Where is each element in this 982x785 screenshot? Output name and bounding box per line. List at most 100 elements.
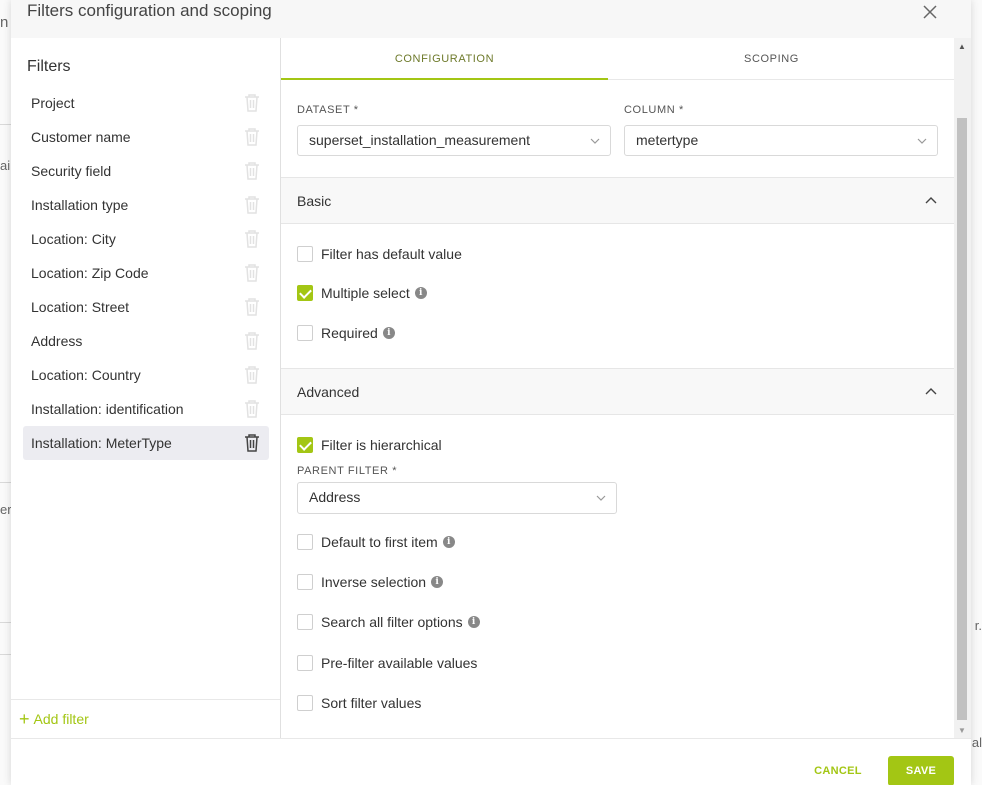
trash-icon[interactable] [243,93,261,113]
column-label: COLUMN * [624,104,684,116]
add-filter-button[interactable]: + Add filter [19,709,89,729]
cancel-button[interactable]: CANCEL [803,759,873,783]
save-button[interactable]: SAVE [888,756,954,785]
advanced-checkbox[interactable] [297,534,313,550]
filter-list-item[interactable]: Customer name [23,120,269,154]
chevron-up-icon [925,197,937,204]
filter-list-item[interactable]: Installation: identification [23,392,269,426]
filter-item-label: Address [31,333,83,349]
filter-item-label: Installation: MeterType [31,435,172,451]
column-select[interactable]: metertype [624,125,938,156]
filter-list-item[interactable]: Installation: MeterType [23,426,269,460]
dataset-label-text: DATASET [297,104,351,116]
basic-checkbox[interactable] [297,246,313,262]
trash-icon[interactable] [243,195,261,215]
filters-heading: Filters [27,58,71,75]
advanced-option: Sort filter values [297,693,421,713]
trash-icon[interactable] [243,365,261,385]
modal-title: Filters configuration and scoping [27,1,272,20]
column-value: metertype [636,132,699,148]
advanced-option-label: Inverse selection [321,574,427,590]
filter-item-label: Location: Street [31,299,130,315]
tab-scoping[interactable]: SCOPING [608,38,935,80]
advanced-checkbox[interactable] [297,695,313,711]
filter-list-item[interactable]: Project [23,86,269,120]
basic-option-label: Required [321,325,378,341]
trash-icon[interactable] [243,161,261,181]
basic-checkbox[interactable] [297,325,313,341]
filter-list-item[interactable]: Location: Street [23,290,269,324]
required-asterisk: * [678,104,684,116]
filters-sidebar: Filters Project Customer name Security fie… [11,38,281,738]
scrollbar-thumb[interactable] [957,118,967,720]
modal-footer: CANCEL SAVE [11,738,971,785]
chevron-down-icon [917,138,927,144]
info-icon[interactable]: i [382,327,395,339]
filter-settings-panel: CONFIGURATION SCOPING DATASET * superset… [281,38,954,738]
basic-option-label: Filter has default value [321,246,462,262]
column-label-text: COLUMN [624,104,676,116]
tab-bar: CONFIGURATION SCOPING [281,38,954,80]
info-icon[interactable]: i [467,616,480,628]
close-icon[interactable] [921,3,939,21]
info-icon[interactable]: i [431,576,444,588]
basic-section-header[interactable]: Basic [281,177,954,224]
info-icon[interactable]: i [414,287,427,299]
basic-checkbox[interactable] [297,285,313,301]
basic-option: Multiple select i [297,283,427,303]
trash-icon[interactable] [243,229,261,249]
dataset-value: superset_installation_measurement [309,132,531,148]
scroll-up-arrow-icon[interactable]: ▲ [958,42,966,51]
filters-sidebar-footer: + Add filter [11,699,280,738]
scrollbar[interactable]: ▲ ▼ [954,38,971,738]
advanced-checkbox[interactable] [297,655,313,671]
info-icon[interactable]: i [442,536,455,548]
trash-icon[interactable] [243,331,261,351]
background-text-fragment: n [0,14,9,31]
advanced-option: Pre-filter available values [297,653,477,673]
trash-icon[interactable] [243,433,261,453]
background-text-fragment: r. [974,618,982,633]
filter-hierarchical-checkbox[interactable] [297,437,313,453]
advanced-option-label: Sort filter values [321,695,422,711]
background-text-fragment: al [971,735,982,750]
dataset-select[interactable]: superset_installation_measurement [297,125,611,156]
trash-icon[interactable] [243,263,261,283]
background-text-fragment: ai [0,158,11,173]
filter-list-item[interactable]: Location: City [23,222,269,256]
filter-hierarchical-option: Filter is hierarchical [297,435,442,455]
filter-list-item[interactable]: Installation type [23,188,269,222]
filter-item-label: Location: Country [31,367,141,383]
trash-icon[interactable] [243,127,261,147]
required-asterisk: * [353,104,359,116]
filter-list-item[interactable]: Security field [23,154,269,188]
add-filter-label: Add filter [33,711,89,727]
scroll-down-arrow-icon[interactable]: ▼ [958,726,966,735]
advanced-section-header[interactable]: Advanced [281,368,954,415]
tab-configuration[interactable]: CONFIGURATION [281,38,608,80]
advanced-section-title: Advanced [297,384,360,400]
plus-icon: + [19,709,30,729]
basic-option: Filter has default value [297,244,462,264]
trash-icon[interactable] [243,399,261,419]
advanced-option-label: Search all filter options [321,614,463,630]
chevron-down-icon [596,495,606,501]
advanced-checkbox[interactable] [297,614,313,630]
parent-filter-label: PARENT FILTER * [297,465,397,477]
advanced-option-label: Default to first item [321,534,438,550]
basic-option: Required i [297,323,395,343]
parent-filter-select[interactable]: Address [297,482,617,514]
filter-item-label: Project [31,95,75,111]
trash-icon[interactable] [243,297,261,317]
parent-filter-value: Address [309,489,361,505]
filter-list-item[interactable]: Location: Zip Code [23,256,269,290]
filter-list-item[interactable]: Location: Country [23,358,269,392]
advanced-option: Default to first item i [297,532,455,552]
advanced-option: Inverse selection i [297,572,444,592]
basic-section-title: Basic [297,193,332,209]
required-asterisk: * [392,465,398,477]
chevron-down-icon [590,138,600,144]
filter-list-item[interactable]: Address [23,324,269,358]
advanced-checkbox[interactable] [297,574,313,590]
filter-hierarchical-label: Filter is hierarchical [321,437,442,453]
